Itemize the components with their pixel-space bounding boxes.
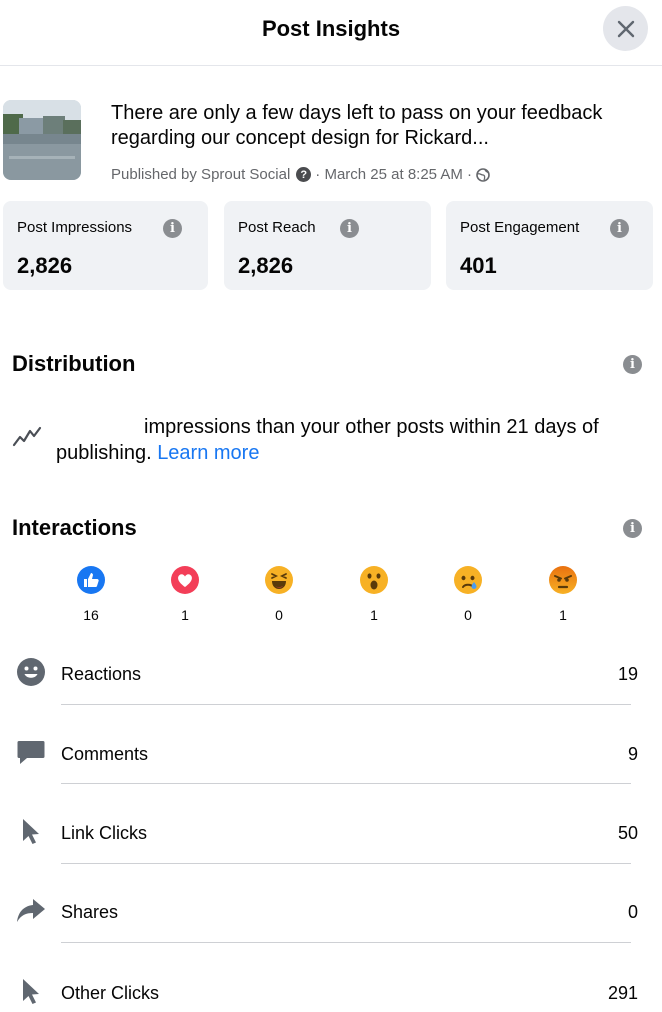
cursor-icon [23, 819, 39, 844]
reaction-count: 0 [464, 607, 472, 623]
sad-icon [454, 566, 482, 594]
close-icon [617, 20, 634, 37]
info-icon[interactable]: i [340, 219, 359, 238]
reaction-angry: 1 [543, 565, 583, 623]
metric-label: Shares [61, 902, 119, 922]
metric-value: 19 [617, 664, 638, 684]
page-title: Post Insights [261, 16, 401, 41]
stat-value: 401 [460, 253, 497, 278]
reaction-wow: 1 [354, 565, 394, 623]
share-icon [17, 899, 45, 922]
help-icon[interactable]: ? [296, 167, 312, 182]
comment-icon [17, 741, 45, 764]
close-button[interactable] [603, 6, 648, 51]
stat-card-engagement: Post Engagement i 401 [446, 201, 653, 290]
reaction-like: 16 [71, 565, 111, 623]
post-thumbnail[interactable] [3, 100, 81, 180]
divider [61, 863, 631, 864]
info-icon[interactable]: i [610, 219, 629, 238]
distribution-body: impressions than your other posts within… [56, 416, 599, 464]
header: Post Insights [0, 0, 662, 66]
smiley-icon [17, 658, 45, 686]
trend-icon [12, 426, 42, 447]
metric-label: Comments [61, 744, 149, 764]
post-meta: Published by Sprout Social ? · March 25 … [111, 166, 490, 183]
metric-row-shares: Shares 0 [0, 881, 662, 941]
stat-label: Post Engagement [460, 219, 580, 236]
distribution-title: Distribution [12, 351, 136, 376]
stat-label: Post Impressions [17, 219, 133, 236]
post-text: There are only a few days left to pass o… [111, 102, 603, 149]
metric-value: 291 [607, 983, 638, 1003]
divider [61, 942, 631, 943]
stat-card-reach: Post Reach i 2,826 [224, 201, 431, 290]
divider [61, 783, 631, 784]
angry-icon [549, 566, 577, 594]
post-publisher: Published by Sprout Social [111, 166, 291, 183]
reaction-sad: 0 [448, 565, 488, 623]
metric-value: 9 [627, 744, 638, 764]
cursor-icon [23, 979, 39, 1004]
like-icon [77, 566, 105, 594]
metric-value: 50 [617, 823, 638, 843]
post-date: · March 25 at 8:25 AM · [315, 166, 473, 183]
metric-label: Other Clicks [61, 983, 160, 1003]
wow-icon [360, 566, 388, 594]
metric-row-reactions: Reactions 19 [0, 643, 662, 703]
learn-more-link[interactable]: Learn more [157, 442, 259, 464]
distribution-text: impressions than your other posts within… [56, 414, 656, 466]
info-icon[interactable]: i [163, 219, 182, 238]
reaction-count: 1 [181, 607, 189, 623]
stat-label: Post Reach [238, 219, 316, 236]
globe-icon [476, 167, 490, 182]
reaction-love: 1 [165, 565, 205, 623]
reaction-haha: 0 [259, 565, 299, 623]
info-icon[interactable]: i [623, 519, 642, 538]
haha-icon [265, 566, 293, 594]
metric-label: Link Clicks [61, 823, 148, 843]
metric-row-other-clicks: Other Clicks 291 [0, 962, 662, 1012]
reaction-count: 0 [275, 607, 283, 623]
interactions-title: Interactions [12, 515, 137, 540]
metric-label: Reactions [61, 664, 142, 684]
reaction-count: 1 [559, 607, 567, 623]
metric-row-comments: Comments 9 [0, 723, 662, 783]
stat-value: 2,826 [17, 253, 73, 278]
reaction-count: 1 [370, 607, 378, 623]
stat-value: 2,826 [238, 253, 294, 278]
post-thumbnail-image [3, 100, 81, 180]
metric-value: 0 [627, 902, 638, 922]
metric-row-link-clicks: Link Clicks 50 [0, 802, 662, 862]
stat-card-impressions: Post Impressions i 2,826 [3, 201, 208, 290]
love-icon [171, 566, 199, 594]
divider [61, 704, 631, 705]
info-icon[interactable]: i [623, 355, 642, 374]
reaction-count: 16 [83, 607, 99, 623]
